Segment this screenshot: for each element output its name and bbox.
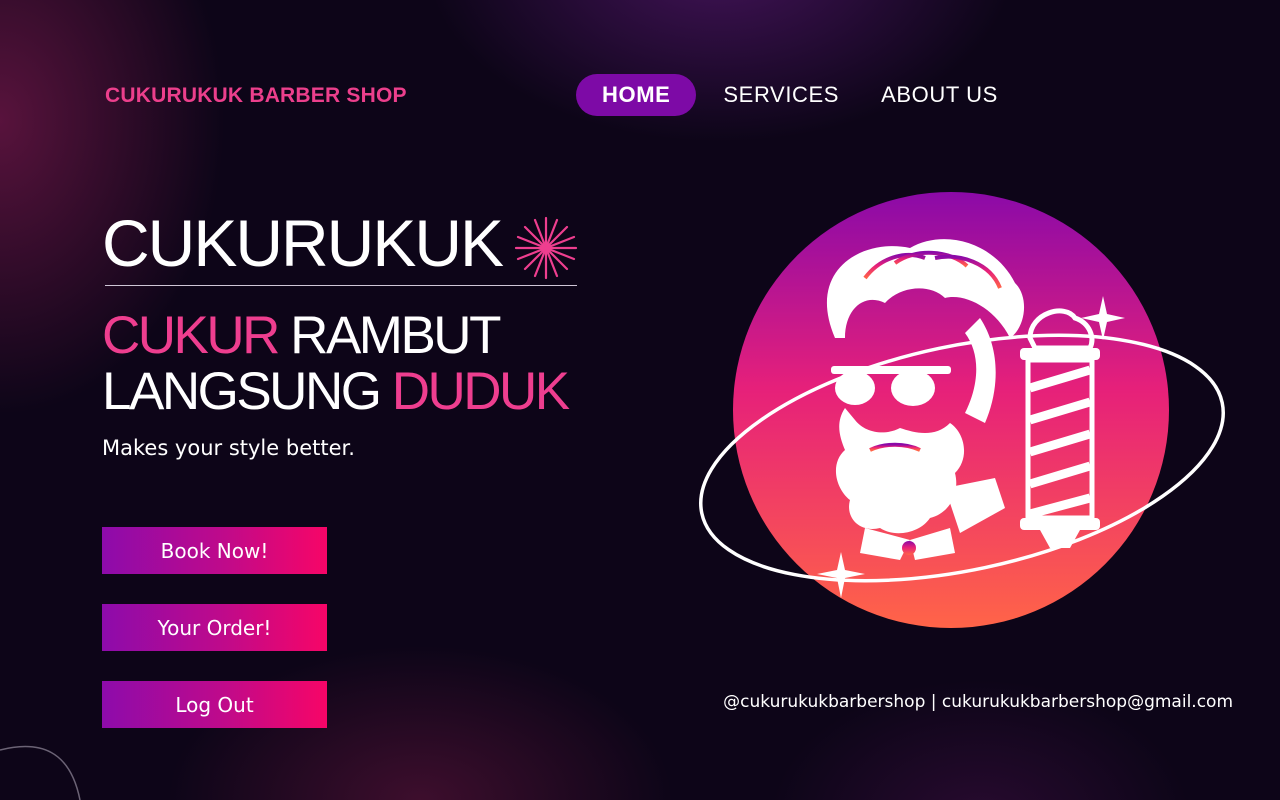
corner-decoration: [0, 745, 81, 800]
book-now-button[interactable]: Book Now!: [102, 527, 327, 574]
nav-about-us[interactable]: ABOUT US: [881, 82, 998, 108]
tagline-langsung: LANGSUNG: [102, 362, 392, 421]
tagline-duduk: DUDUK: [391, 362, 570, 421]
barber-logo-icon: [699, 192, 1225, 628]
contact-info: @cukurukukbarbershop | cukurukukbarbersh…: [723, 692, 1233, 712]
hero-subtitle: Makes your style better.: [102, 436, 355, 460]
hero-tagline: CUKUR RAMBUT LANGSUNG DUDUK: [102, 306, 570, 421]
tagline-cukur: CUKUR: [102, 306, 280, 365]
hero-title: CUKURUKUK: [102, 206, 504, 280]
hero-divider: [105, 285, 577, 286]
nav-home[interactable]: HOME: [576, 74, 697, 116]
log-out-button[interactable]: Log Out: [102, 681, 327, 728]
brand-logo-text[interactable]: CUKURUKUK BARBER SHOP: [105, 84, 407, 108]
starburst-icon: [514, 216, 578, 280]
nav-services[interactable]: SERVICES: [723, 82, 839, 108]
tagline-rambut: RAMBUT: [277, 306, 501, 365]
your-order-button[interactable]: Your Order!: [102, 604, 327, 651]
main-nav: HOME SERVICES ABOUT US: [576, 74, 998, 116]
